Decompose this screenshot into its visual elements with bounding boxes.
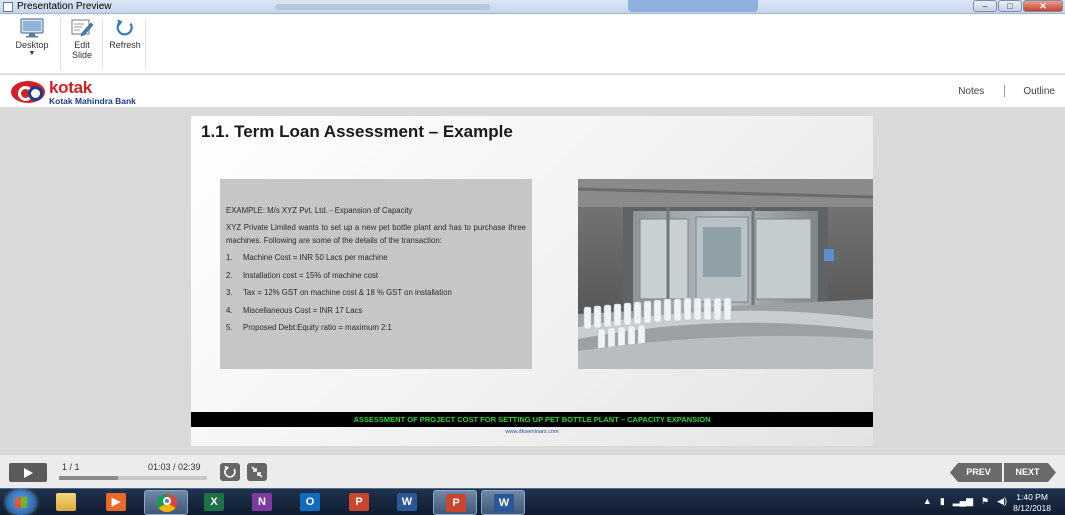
minimize-button[interactable]: – — [973, 0, 997, 12]
logo-wordmark: kotak — [49, 78, 92, 97]
maximize-button[interactable]: □ — [998, 0, 1022, 12]
progress-bar[interactable] — [59, 476, 207, 480]
battery-icon[interactable]: ▮ — [940, 496, 945, 507]
presentation-header: kotak Kotak Mahindra Bank Notes Outline — [0, 75, 1065, 108]
toolbar-divider — [145, 18, 146, 70]
taskbar-powerpoint[interactable]: P — [337, 490, 381, 515]
media-player-icon: ▶ — [106, 493, 126, 511]
footer-link[interactable]: www.dkseminars.com — [191, 429, 873, 435]
toolbar: Desktop ▼ Edit Slide Refresh — [0, 14, 1065, 74]
tab-outline[interactable]: Outline — [1023, 86, 1055, 97]
start-button[interactable] — [6, 490, 36, 515]
taskbar-chrome[interactable] — [144, 490, 188, 515]
close-button[interactable]: ✕ — [1023, 0, 1063, 12]
toolbar-divider — [102, 18, 103, 70]
taskbar-excel[interactable]: X — [192, 490, 236, 515]
kotak-logo-mark — [11, 81, 45, 103]
bottling-plant-photo — [578, 179, 873, 369]
clock-time: 1:40 PM — [1016, 492, 1048, 502]
example-heading: EXAMPLE: M/s XYZ Pvt. Ltd. - Expansion o… — [226, 206, 413, 215]
example-intro: XYZ Private Limited wants to set up a ne… — [226, 223, 526, 245]
window-controls: – □ ✕ — [973, 0, 1063, 13]
taskbar-outlook[interactable]: O — [288, 490, 332, 515]
edit-slide-icon — [71, 19, 94, 37]
clock-date: 8/12/2018 — [1013, 503, 1051, 513]
chevron-down-icon: ▼ — [28, 50, 36, 57]
details-list: 1. Machine Cost = INR 50 Lacs per machine… — [226, 251, 526, 334]
collapse-icon — [251, 466, 263, 478]
powerpoint-icon: P — [446, 494, 466, 512]
time-counter: 01:03 / 02:39 — [148, 462, 201, 472]
list-item: 5. Proposed Debt:Equity ratio = maximum 2… — [226, 323, 392, 332]
player-controls: 1 / 1 01:03 / 02:39 PREV NEXT — [0, 454, 1065, 488]
window-title-bar: Presentation Preview – □ ✕ — [0, 0, 1065, 14]
list-item: 3. Tax = 12% GST on machine cost & 18 % G… — [226, 288, 452, 297]
system-clock[interactable]: 1:40 PM 8/12/2018 — [1013, 492, 1051, 514]
blurred-tab — [628, 0, 758, 12]
toolbar-divider — [60, 18, 61, 70]
taskbar-word[interactable]: W — [385, 490, 429, 515]
show-hidden-icons-icon[interactable]: ▲ — [923, 496, 932, 507]
play-button[interactable] — [9, 463, 47, 482]
refresh-icon — [116, 19, 133, 36]
slide-counter: 1 / 1 — [62, 462, 80, 472]
folder-icon — [56, 493, 76, 511]
chrome-icon — [157, 494, 177, 512]
slide-title: 1.1. Term Loan Assessment – Example — [201, 122, 513, 141]
replay-icon — [224, 466, 236, 478]
edit-slide-button[interactable]: Edit Slide — [63, 18, 101, 60]
desktop-button[interactable]: Desktop ▼ — [10, 18, 54, 58]
list-item: 1. Machine Cost = INR 50 Lacs per machine — [226, 253, 388, 262]
word-icon: W — [494, 494, 514, 512]
powerpoint-icon: P — [349, 493, 369, 511]
onenote-icon: N — [252, 493, 272, 511]
edit-label-line2: Slide — [71, 50, 92, 60]
tab-divider — [1004, 85, 1006, 97]
taskbar-file-explorer[interactable] — [44, 490, 88, 515]
kotak-logo: kotak Kotak Mahindra Bank — [9, 77, 139, 107]
blurred-title-text — [275, 4, 490, 10]
exit-fullscreen-button[interactable] — [247, 463, 267, 481]
slide-canvas: 1.1. Term Loan Assessment – Example EXAM… — [191, 116, 873, 446]
taskbar-onenote[interactable]: N — [240, 490, 284, 515]
refresh-label: Refresh — [109, 40, 141, 50]
edit-label-line1: Edit — [74, 40, 90, 50]
word-icon: W — [397, 493, 417, 511]
tab-notes[interactable]: Notes — [958, 86, 984, 97]
next-button[interactable]: NEXT — [1004, 463, 1056, 482]
taskbar-word-active[interactable]: W — [481, 490, 525, 515]
system-tray: ▲ ▮ ▂▄▆ ⚑ ◀) — [923, 496, 1007, 507]
outlook-icon: O — [300, 493, 320, 511]
refresh-button[interactable]: Refresh — [106, 18, 144, 50]
logo-bank-name: Kotak Mahindra Bank — [49, 96, 136, 106]
list-item: 2. Installation cost = 15% of machine cos… — [226, 270, 379, 280]
list-item: 4. Miscellaneous Cost = INR 17 Lacs — [226, 305, 363, 315]
prev-button[interactable]: PREV — [950, 463, 1002, 482]
slide-banner: ASSESSMENT OF PROJECT COST FOR SETTING U… — [191, 412, 873, 427]
progress-fill — [59, 476, 119, 480]
view-tabs: Notes Outline — [958, 85, 1055, 97]
action-center-flag-icon[interactable]: ⚑ — [981, 496, 989, 507]
replay-button[interactable] — [220, 463, 240, 481]
monitor-icon — [20, 18, 44, 38]
app-icon — [3, 2, 13, 12]
excel-icon: X — [204, 493, 224, 511]
network-signal-icon[interactable]: ▂▄▆ — [953, 496, 973, 507]
volume-icon[interactable]: ◀) — [997, 496, 1007, 507]
example-text-box: EXAMPLE: M/s XYZ Pvt. Ltd. - Expansion o… — [220, 179, 532, 369]
window-title: Presentation Preview — [17, 1, 112, 12]
taskbar-powerpoint-active[interactable]: P — [433, 490, 477, 515]
windows-taskbar: ▶ X N O P W P W ▲ ▮ ▂▄▆ ⚑ ◀) 1:40 PM 8/1… — [0, 488, 1065, 515]
desktop-label: Desktop — [15, 40, 49, 50]
taskbar-media-player[interactable]: ▶ — [94, 490, 138, 515]
